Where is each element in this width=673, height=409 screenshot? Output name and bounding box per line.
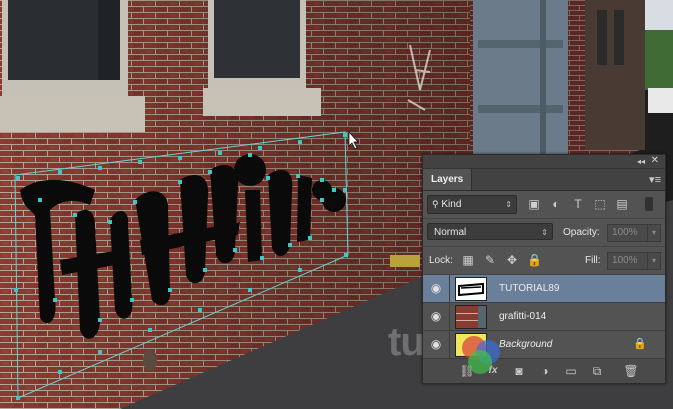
anchor-point[interactable] xyxy=(320,178,324,182)
lock-icon: 🔒 xyxy=(633,338,647,350)
blend-row: Normal ⇕ Opacity: 100% ▾ xyxy=(423,219,665,247)
anchor-point[interactable] xyxy=(298,268,302,272)
filter-kind-dropdown[interactable]: ⚲ Kind ⇕ xyxy=(427,195,517,214)
adjustment-icon[interactable]: ◑ xyxy=(537,363,553,379)
anchor-point[interactable] xyxy=(218,151,222,155)
anchor-point[interactable] xyxy=(298,140,302,144)
close-icon[interactable]: ✕ xyxy=(651,155,659,167)
anchor-point[interactable] xyxy=(320,198,324,202)
anchor-point[interactable] xyxy=(130,298,134,302)
anchor-point[interactable] xyxy=(133,200,137,204)
eye-icon[interactable]: ◉ xyxy=(423,275,450,302)
eye-icon[interactable]: ◉ xyxy=(423,331,450,358)
anchor-point[interactable] xyxy=(58,170,62,174)
anchor-point[interactable] xyxy=(248,288,252,292)
anchor-point[interactable] xyxy=(233,248,237,252)
layer-row-tutorial89[interactable]: ◉ TUTORIAL89 xyxy=(423,275,665,303)
graffiti-thumbnail xyxy=(458,282,484,297)
anchor-point[interactable] xyxy=(203,268,207,272)
lock-transparent-pixels-icon[interactable]: ▦ xyxy=(461,253,475,267)
watermark-logo xyxy=(462,336,500,374)
anchor-point[interactable] xyxy=(14,288,18,292)
eye-icon[interactable]: ◉ xyxy=(423,303,450,330)
anchor-point[interactable] xyxy=(248,153,252,157)
anchor-point[interactable] xyxy=(258,146,262,150)
anchor-point[interactable] xyxy=(296,174,300,178)
layer-thumbnail xyxy=(455,277,487,301)
fill-slider-toggle[interactable]: ▾ xyxy=(647,252,661,270)
anchor-point[interactable] xyxy=(108,220,112,224)
lock-label: Lock: xyxy=(429,255,453,266)
anchor-point[interactable] xyxy=(178,156,182,160)
anchor-point[interactable] xyxy=(38,198,42,202)
anchor-point[interactable] xyxy=(148,328,152,332)
layer-name[interactable]: TUTORIAL89 xyxy=(499,275,559,302)
panel-title-bar[interactable]: ◂◂ ✕ xyxy=(423,155,665,169)
anchor-point[interactable] xyxy=(208,170,212,174)
filter-adjustment-icon[interactable]: ◐ xyxy=(549,197,563,211)
panel-menu-icon[interactable]: ▾≡ xyxy=(649,173,661,186)
anchor-point[interactable] xyxy=(260,256,264,260)
opacity-slider-toggle[interactable]: ▾ xyxy=(647,224,661,242)
fill-input[interactable]: 100% xyxy=(607,252,649,270)
blend-mode-value: Normal xyxy=(434,227,467,238)
fill-label: Fill: xyxy=(585,255,601,266)
anchor-point[interactable] xyxy=(168,288,172,292)
filter-kind-label: Kind xyxy=(441,199,462,210)
anchor-point[interactable] xyxy=(288,243,292,247)
anchor-point[interactable] xyxy=(178,180,182,184)
anchor-point[interactable] xyxy=(53,298,57,302)
opacity-label: Opacity: xyxy=(563,227,600,238)
chevron-down-icon: ⇕ xyxy=(541,228,548,237)
opacity-input[interactable]: 100% xyxy=(607,224,649,242)
lock-position-icon[interactable]: ✥ xyxy=(505,253,519,267)
lock-all-icon[interactable]: 🔒 xyxy=(527,253,542,267)
tab-layers[interactable]: Layers xyxy=(423,169,473,190)
search-icon: ⚲ xyxy=(432,199,439,209)
mask-icon[interactable]: ◙ xyxy=(511,363,527,379)
lock-image-pixels-icon[interactable]: ✎ xyxy=(483,253,497,267)
filter-toggle-switch[interactable] xyxy=(645,197,653,211)
filter-pixel-icon[interactable]: ▣ xyxy=(527,197,541,211)
anchor-point[interactable] xyxy=(58,370,62,374)
anchor-point[interactable] xyxy=(73,213,77,217)
collapse-panel-icon[interactable]: ◂◂ xyxy=(637,156,645,167)
brick-thumbnail xyxy=(456,306,486,328)
anchor-point[interactable] xyxy=(198,308,202,312)
anchor-point[interactable] xyxy=(343,188,347,192)
anchor-point[interactable] xyxy=(16,176,20,180)
filter-shape-icon[interactable]: ⬚ xyxy=(593,197,607,211)
anchor-point[interactable] xyxy=(332,188,336,192)
anchor-point[interactable] xyxy=(98,350,102,354)
anchor-point[interactable] xyxy=(266,176,270,180)
anchor-point[interactable] xyxy=(16,396,20,400)
filter-row: ⚲ Kind ⇕ ▣ ◐ T ⬚ ▤ xyxy=(423,191,665,219)
anchor-point[interactable] xyxy=(343,133,347,137)
layer-name[interactable]: grafitti-014 xyxy=(499,303,546,330)
anchor-point[interactable] xyxy=(344,253,348,257)
panel-tab-bar: Layers ▾≡ xyxy=(423,169,665,191)
filter-smart-object-icon[interactable]: ▤ xyxy=(615,197,629,211)
blend-mode-dropdown[interactable]: Normal ⇕ xyxy=(427,223,553,240)
anchor-point[interactable] xyxy=(308,236,312,240)
layer-row-grafitti-014[interactable]: ◉ grafitti-014 xyxy=(423,303,665,331)
chevron-down-icon: ⇕ xyxy=(505,200,512,209)
anchor-point[interactable] xyxy=(98,166,102,170)
new-layer-icon[interactable]: ⧉ xyxy=(589,363,605,379)
lock-row: Lock: ▦ ✎ ✥ 🔒 Fill: 100% ▾ xyxy=(423,247,665,275)
anchor-point[interactable] xyxy=(138,160,142,164)
anchor-point[interactable] xyxy=(98,318,102,322)
trash-icon[interactable]: 🗑 xyxy=(623,363,639,379)
folder-icon[interactable]: ▭ xyxy=(563,363,579,379)
filter-type-icon[interactable]: T xyxy=(571,197,585,211)
layer-thumbnail xyxy=(455,305,487,329)
